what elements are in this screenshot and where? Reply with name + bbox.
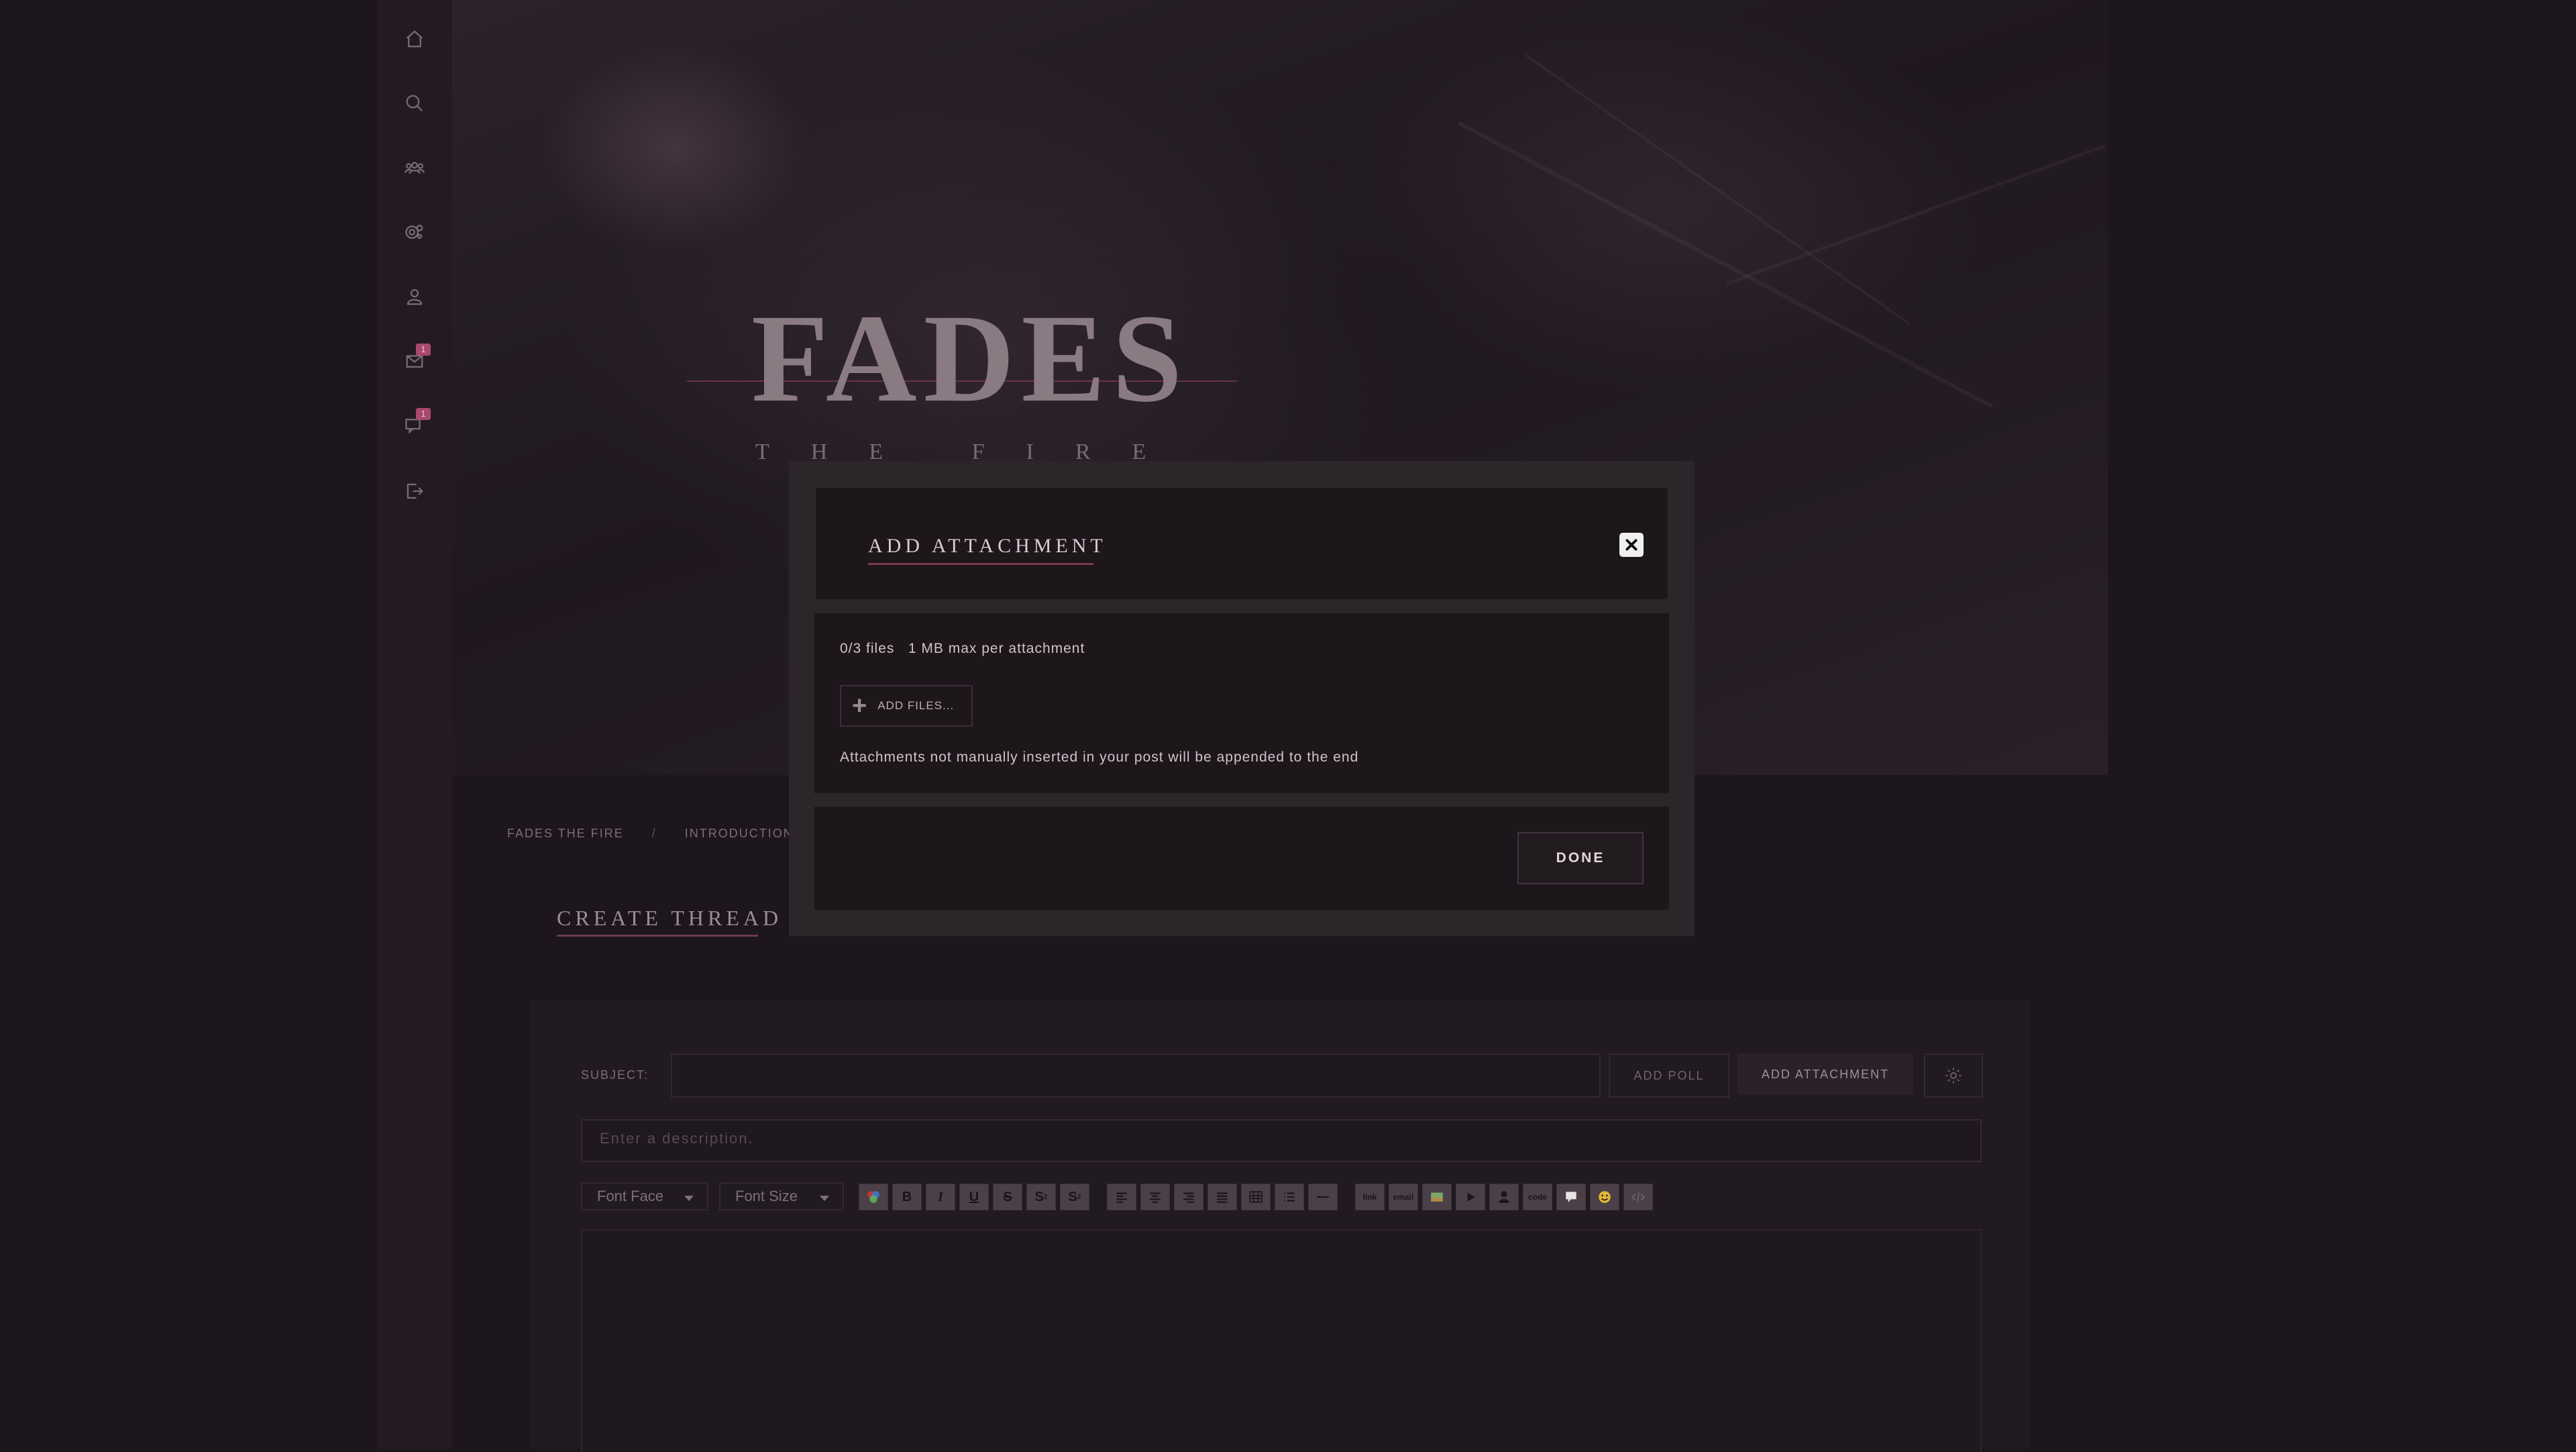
sidebar-item-mail[interactable]: 1 [394,341,435,381]
image-icon [1431,1192,1443,1202]
subscript-button[interactable]: S2 [1060,1184,1089,1210]
list-button[interactable] [1275,1184,1304,1210]
settings-icon [405,224,423,239]
strikethrough-button[interactable]: S [993,1184,1022,1210]
add-attachment-button[interactable]: ADD ATTACHMENT [1737,1053,1913,1095]
members-icon [405,162,425,174]
horizontal-rule-button[interactable] [1308,1184,1338,1210]
mail-badge: 1 [416,344,431,356]
image-button[interactable] [1422,1184,1452,1210]
logo-title: FADES [751,288,1189,428]
justify-icon [1217,1192,1228,1203]
sidebar-item-chat[interactable]: 1 [394,405,435,446]
justify-button[interactable] [1208,1184,1237,1210]
align-center-button[interactable] [1140,1184,1170,1210]
subscript-label: S [1068,1189,1077,1204]
emoji-icon [1599,1191,1611,1203]
superscript-button[interactable]: S2 [1026,1184,1056,1210]
profile-icon [407,289,423,305]
modal-body: 0/3 files 1 MB max per attachment + ADD … [814,613,1669,793]
description-input[interactable]: Enter a description. [581,1119,1982,1162]
video-button[interactable] [1456,1184,1485,1210]
add-poll-button[interactable]: ADD POLL [1609,1053,1729,1098]
font-size-select[interactable]: Font Size [719,1182,844,1210]
video-icon [1467,1192,1475,1202]
align-center-icon [1150,1192,1161,1203]
align-right-button[interactable] [1174,1184,1203,1210]
description-placeholder: Enter a description. [600,1130,754,1147]
modal-title: ADD ATTACHMENT [868,535,1107,557]
source-button[interactable] [1623,1184,1653,1210]
color-button[interactable] [859,1184,888,1210]
table-icon [1249,1191,1263,1203]
page-title: CREATE THREAD [557,906,783,930]
close-button[interactable] [1619,533,1644,557]
italic-button[interactable]: I [926,1184,955,1210]
thread-editor-panel: SUBJECT: ADD POLL ADD ATTACHMENT Enter a… [530,1001,2030,1452]
close-icon [1625,539,1638,551]
page-title-underline [557,935,758,937]
plus-icon: + [852,692,867,720]
modal-header: ADD ATTACHMENT [816,488,1668,599]
superscript-label: S [1034,1189,1044,1204]
hr-icon [1317,1196,1329,1198]
logout-icon [407,483,423,499]
sidebar-item-profile[interactable] [394,276,435,317]
max-size-text: 1 MB max per attachment [908,641,1085,656]
list-icon [1284,1192,1295,1202]
align-right-icon [1183,1192,1194,1203]
sidebar-item-settings[interactable] [394,212,435,252]
add-files-label: ADD FILES... [877,699,955,712]
font-face-select[interactable]: Font Face [581,1182,708,1210]
font-face-label: Font Face [597,1188,664,1204]
file-count: 0/3 files [840,641,895,656]
table-button[interactable] [1241,1184,1271,1210]
bold-button[interactable]: B [892,1184,922,1210]
chevron-down-icon [820,1196,829,1201]
source-icon [1631,1192,1646,1202]
done-button[interactable]: DONE [1517,832,1644,884]
attachment-note: Attachments not manually inserted in you… [840,749,1359,765]
chat-badge: 1 [416,408,431,420]
breadcrumb: FADES THE FIRE / INTRODUCTION / [507,827,826,841]
subject-input[interactable] [671,1053,1601,1098]
sidebar-item-members[interactable] [394,148,435,188]
code-button[interactable]: code [1523,1184,1552,1210]
color-icon [867,1191,879,1203]
align-left-icon [1116,1192,1127,1203]
user-icon [1499,1191,1509,1203]
sidebar-item-home[interactable] [394,19,435,59]
breadcrumb-item-home[interactable]: FADES THE FIRE [507,827,624,841]
home-icon [407,30,423,48]
breadcrumb-separator: / [651,827,657,840]
thread-settings-button[interactable] [1924,1053,1983,1098]
formatting-toolbar: B I U S S2 S2 link email code [859,1184,1664,1210]
sidebar-item-search[interactable] [394,83,435,123]
email-button[interactable]: email [1389,1184,1418,1210]
emoji-button[interactable] [1590,1184,1619,1210]
link-button[interactable]: link [1355,1184,1385,1210]
sidebar: 1 1 [377,0,452,1449]
subject-label: SUBJECT: [581,1068,649,1082]
underline-button[interactable]: U [959,1184,989,1210]
file-info: 0/3 files 1 MB max per attachment [840,641,1085,657]
chevron-down-icon [684,1196,694,1201]
breadcrumb-item-introduction[interactable]: INTRODUCTION [685,827,794,841]
add-files-button[interactable]: + ADD FILES... [840,685,973,727]
font-size-label: Font Size [735,1188,798,1204]
search-icon [406,95,423,112]
mention-button[interactable] [1489,1184,1519,1210]
sidebar-item-logout[interactable] [394,471,435,511]
add-attachment-modal: ADD ATTACHMENT 0/3 files 1 MB max per at… [789,461,1695,936]
modal-footer: DONE [814,807,1669,910]
align-left-button[interactable] [1107,1184,1136,1210]
quote-button[interactable] [1556,1184,1586,1210]
gear-icon [1945,1068,1962,1084]
message-editor[interactable] [581,1229,1982,1452]
quote-icon [1566,1192,1576,1202]
modal-title-underline [868,563,1093,565]
